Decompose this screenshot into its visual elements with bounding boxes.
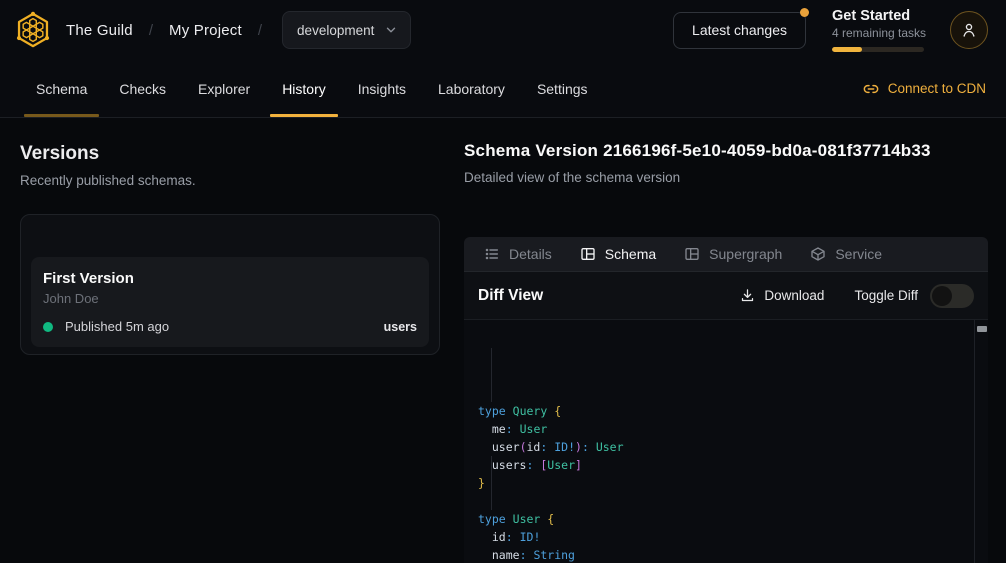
- tab-explorer[interactable]: Explorer: [182, 60, 266, 117]
- main-nav: Schema Checks Explorer History Insights …: [0, 60, 1006, 118]
- indent-guide: [491, 348, 492, 402]
- tab-history[interactable]: History: [266, 60, 342, 117]
- versions-list: First Version John Doe Published 5m ago …: [20, 214, 440, 355]
- code-line: name: String: [478, 546, 974, 563]
- version-author: John Doe: [43, 291, 417, 306]
- tab-insights[interactable]: Insights: [342, 60, 422, 117]
- detail-tabs: Details Schema Supergraph: [464, 237, 988, 272]
- code-line: me: User: [478, 420, 974, 438]
- code-line: user(id: ID!): User: [478, 438, 974, 456]
- version-status: Published 5m ago: [65, 319, 169, 334]
- link-icon: [863, 81, 879, 97]
- toggle-diff-switch[interactable]: [930, 284, 974, 308]
- published-status-icon: [43, 322, 53, 332]
- progress-fill: [832, 47, 862, 52]
- hive-logo-icon[interactable]: [14, 11, 52, 49]
- notification-dot-icon: [800, 8, 809, 17]
- user-avatar[interactable]: [950, 11, 988, 49]
- latest-changes-button[interactable]: Latest changes: [673, 12, 806, 49]
- tab-service[interactable]: Service: [810, 246, 882, 262]
- versions-subtitle: Recently published schemas.: [20, 173, 440, 188]
- target-dropdown[interactable]: development: [282, 11, 411, 49]
- get-started-title: Get Started: [832, 8, 924, 24]
- tab-detail-schema[interactable]: Schema: [580, 246, 656, 262]
- download-button[interactable]: Download: [740, 288, 824, 303]
- breadcrumb: The Guild / My Project /: [66, 22, 262, 39]
- code-line: id: ID!: [478, 528, 974, 546]
- code-lines: type Query { me: User user(id: ID!): Use…: [478, 402, 974, 563]
- chevron-down-icon: [384, 23, 398, 37]
- code-line: type User {: [478, 510, 974, 528]
- breadcrumb-separator: /: [149, 22, 153, 39]
- breadcrumb-org[interactable]: The Guild: [66, 22, 133, 39]
- list-icon: [484, 246, 500, 262]
- breadcrumb-project[interactable]: My Project: [169, 22, 242, 39]
- latest-changes-label: Latest changes: [692, 22, 787, 38]
- tab-checks[interactable]: Checks: [103, 60, 182, 117]
- versions-title: Versions: [20, 143, 440, 165]
- get-started-subtitle: 4 remaining tasks: [832, 26, 924, 40]
- version-detail-subtitle: Detailed view of the schema version: [464, 170, 988, 185]
- toggle-diff-label: Toggle Diff: [854, 288, 918, 303]
- version-detail: Schema Version 2166196f-5e10-4059-bd0a-0…: [464, 141, 988, 563]
- tab-schema[interactable]: Schema: [20, 60, 103, 117]
- get-started-progressbar: [832, 47, 924, 52]
- box-icon: [810, 246, 826, 262]
- diff-view-header: Diff View Download Toggle Diff: [464, 272, 988, 320]
- tab-supergraph[interactable]: Supergraph: [684, 246, 782, 262]
- main-content: Versions Recently published schemas. Fir…: [0, 119, 1006, 563]
- get-started-widget[interactable]: Get Started 4 remaining tasks: [832, 8, 924, 52]
- diff-view-title: Diff View: [478, 287, 543, 305]
- app-header: The Guild / My Project / development Lat…: [0, 0, 1006, 60]
- scrollbar-thumb[interactable]: [977, 326, 987, 332]
- connect-to-cdn-link[interactable]: Connect to CDN: [863, 60, 986, 117]
- versions-panel: Versions Recently published schemas. Fir…: [20, 143, 440, 355]
- download-icon: [740, 288, 755, 303]
- code-scrollbar[interactable]: [974, 320, 988, 563]
- service-badge: users: [384, 320, 417, 334]
- switch-knob: [932, 286, 952, 306]
- breadcrumb-separator: /: [258, 22, 262, 39]
- person-icon: [960, 21, 978, 39]
- code-line: users: [User]: [478, 456, 974, 474]
- version-name: First Version: [43, 270, 417, 287]
- tab-laboratory[interactable]: Laboratory: [422, 60, 521, 117]
- code-line: type Query {: [478, 402, 974, 420]
- code-line: [478, 492, 974, 510]
- tab-settings[interactable]: Settings: [521, 60, 604, 117]
- version-detail-panel: Details Schema Supergraph: [464, 237, 988, 563]
- schema-code-viewer: type Query { me: User user(id: ID!): Use…: [464, 320, 988, 563]
- split-panels-icon: [684, 246, 700, 262]
- version-detail-title: Schema Version 2166196f-5e10-4059-bd0a-0…: [464, 141, 988, 161]
- indent-guide: [491, 456, 492, 510]
- target-dropdown-value: development: [297, 23, 374, 38]
- code-line: }: [478, 474, 974, 492]
- split-panels-icon: [580, 246, 596, 262]
- version-list-item[interactable]: First Version John Doe Published 5m ago …: [31, 257, 429, 347]
- tab-details[interactable]: Details: [484, 246, 552, 262]
- app-root: The Guild / My Project / development Lat…: [0, 0, 1006, 563]
